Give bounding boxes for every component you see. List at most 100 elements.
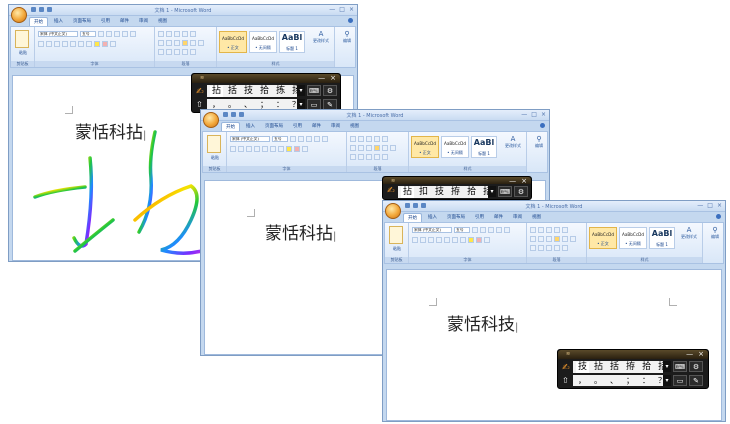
- keyboard-icon[interactable]: ⌨: [498, 186, 512, 197]
- font-name-select[interactable]: 宋体 (中文正文): [230, 135, 270, 142]
- borders-icon[interactable]: [358, 153, 364, 160]
- shading-icon[interactable]: [350, 153, 356, 160]
- clear-format-icon[interactable]: [114, 30, 120, 37]
- tab-mailings[interactable]: 邮件: [490, 213, 507, 222]
- tab-insert[interactable]: 插入: [50, 17, 67, 26]
- superscript-icon[interactable]: [270, 145, 276, 152]
- punct-key[interactable]: ，: [578, 375, 586, 386]
- document-text[interactable]: 蒙恬科技|: [447, 310, 518, 335]
- increase-indent-icon[interactable]: [382, 135, 388, 142]
- grow-font-icon[interactable]: [98, 30, 104, 37]
- minimize-button[interactable]: —: [521, 111, 527, 118]
- phonetic-icon[interactable]: [122, 30, 128, 37]
- font-color-icon[interactable]: [294, 145, 300, 152]
- candidate[interactable]: 技: [242, 86, 255, 97]
- change-styles-button[interactable]: A 更改样式: [677, 226, 701, 240]
- multilevel-icon[interactable]: [546, 226, 552, 233]
- align-center-icon[interactable]: [166, 39, 172, 46]
- tab-page-layout[interactable]: 页面布局: [69, 17, 95, 26]
- underline-icon[interactable]: [428, 236, 434, 243]
- bold-icon[interactable]: [38, 40, 44, 47]
- underline-icon[interactable]: [246, 145, 252, 152]
- maximize-button[interactable]: □: [707, 202, 713, 209]
- find-icon[interactable]: ⚲ 编辑: [529, 135, 549, 149]
- office-button[interactable]: [11, 7, 27, 23]
- more-punct-icon[interactable]: ▾: [663, 375, 671, 386]
- chinese-layout-icon[interactable]: [366, 153, 372, 160]
- paste-button[interactable]: [15, 30, 29, 48]
- paste-button[interactable]: [207, 135, 221, 153]
- italic-icon[interactable]: [46, 40, 52, 47]
- phonetic-icon[interactable]: [496, 226, 502, 233]
- settings-icon[interactable]: ⚙: [689, 361, 703, 372]
- superscript-icon[interactable]: [78, 40, 84, 47]
- candidate[interactable]: 技: [576, 361, 590, 373]
- increase-indent-icon[interactable]: [190, 30, 196, 37]
- punct-key[interactable]: 、: [610, 375, 618, 386]
- char-shading-icon[interactable]: [110, 40, 116, 47]
- sort-icon[interactable]: [374, 153, 380, 160]
- numbering-icon[interactable]: [538, 226, 544, 233]
- justify-icon[interactable]: [374, 144, 380, 151]
- align-left-icon[interactable]: [350, 144, 356, 151]
- style-normal[interactable]: AaBbCcDd • 正文: [589, 227, 617, 249]
- align-right-icon[interactable]: [546, 235, 552, 242]
- sort-icon[interactable]: [554, 244, 560, 251]
- font-color-icon[interactable]: [476, 236, 482, 243]
- clear-format-icon[interactable]: [306, 135, 312, 142]
- candidate[interactable]: 括: [608, 362, 621, 373]
- tab-mailings[interactable]: 邮件: [116, 17, 133, 26]
- align-center-icon[interactable]: [538, 235, 544, 242]
- tab-review[interactable]: 审阅: [509, 213, 526, 222]
- strike-icon[interactable]: [254, 145, 260, 152]
- settings-icon[interactable]: ⚙: [514, 186, 528, 197]
- punct-key[interactable]: ；: [626, 375, 634, 386]
- subscript-icon[interactable]: [262, 145, 268, 152]
- align-right-icon[interactable]: [366, 144, 372, 151]
- font-color-icon[interactable]: [102, 40, 108, 47]
- keyboard-icon[interactable]: ⌨: [673, 361, 687, 372]
- settings-icon[interactable]: ⚙: [323, 85, 337, 96]
- close-button[interactable]: ×: [717, 202, 722, 209]
- candidate[interactable]: 拈: [592, 362, 605, 373]
- subscript-icon[interactable]: [70, 40, 76, 47]
- pen-icon[interactable]: ✍: [196, 87, 204, 97]
- align-right-icon[interactable]: [174, 39, 180, 46]
- decrease-indent-icon[interactable]: [182, 30, 188, 37]
- candidate[interactable]: 拾: [465, 187, 478, 198]
- find-icon[interactable]: ⚲ 编辑: [705, 226, 725, 240]
- char-shading-icon[interactable]: [302, 145, 308, 152]
- subscript-icon[interactable]: [444, 236, 450, 243]
- ime-close-button[interactable]: ×: [521, 177, 527, 185]
- close-button[interactable]: ×: [349, 6, 354, 13]
- tab-mailings[interactable]: 邮件: [308, 122, 325, 131]
- shading-icon[interactable]: [158, 48, 164, 55]
- bold-icon[interactable]: [412, 236, 418, 243]
- sort-icon[interactable]: [182, 48, 188, 55]
- candidate[interactable]: 拣: [274, 86, 287, 97]
- bullets-icon[interactable]: [158, 30, 164, 37]
- chinese-layout-icon[interactable]: [546, 244, 552, 251]
- multilevel-icon[interactable]: [366, 135, 372, 142]
- line-spacing-icon[interactable]: [198, 39, 204, 46]
- candidate[interactable]: 拈: [210, 85, 224, 97]
- decrease-indent-icon[interactable]: [554, 226, 560, 233]
- font-size-select[interactable]: 五号: [272, 135, 288, 142]
- ime-minimize-button[interactable]: —: [686, 350, 693, 358]
- tab-home[interactable]: 开始: [403, 213, 422, 222]
- candidate[interactable]: 拾: [258, 86, 271, 97]
- tab-review[interactable]: 审阅: [327, 122, 344, 131]
- candidate[interactable]: 拵: [624, 362, 637, 373]
- tab-page-layout[interactable]: 页面布局: [443, 213, 469, 222]
- shift-icon[interactable]: ⇧: [196, 100, 203, 109]
- style-no-spacing[interactable]: AaBbCcDd • 无间隔: [441, 136, 469, 158]
- show-marks-icon[interactable]: [562, 244, 568, 251]
- help-icon[interactable]: [716, 214, 721, 219]
- minimize-button[interactable]: —: [329, 6, 335, 13]
- ime-close-button[interactable]: ×: [330, 74, 336, 82]
- punct-key[interactable]: ：: [642, 375, 650, 386]
- decrease-indent-icon[interactable]: [374, 135, 380, 142]
- paste-button[interactable]: [389, 226, 403, 244]
- change-styles-button[interactable]: A 更改样式: [501, 135, 525, 149]
- office-button[interactable]: [203, 112, 219, 128]
